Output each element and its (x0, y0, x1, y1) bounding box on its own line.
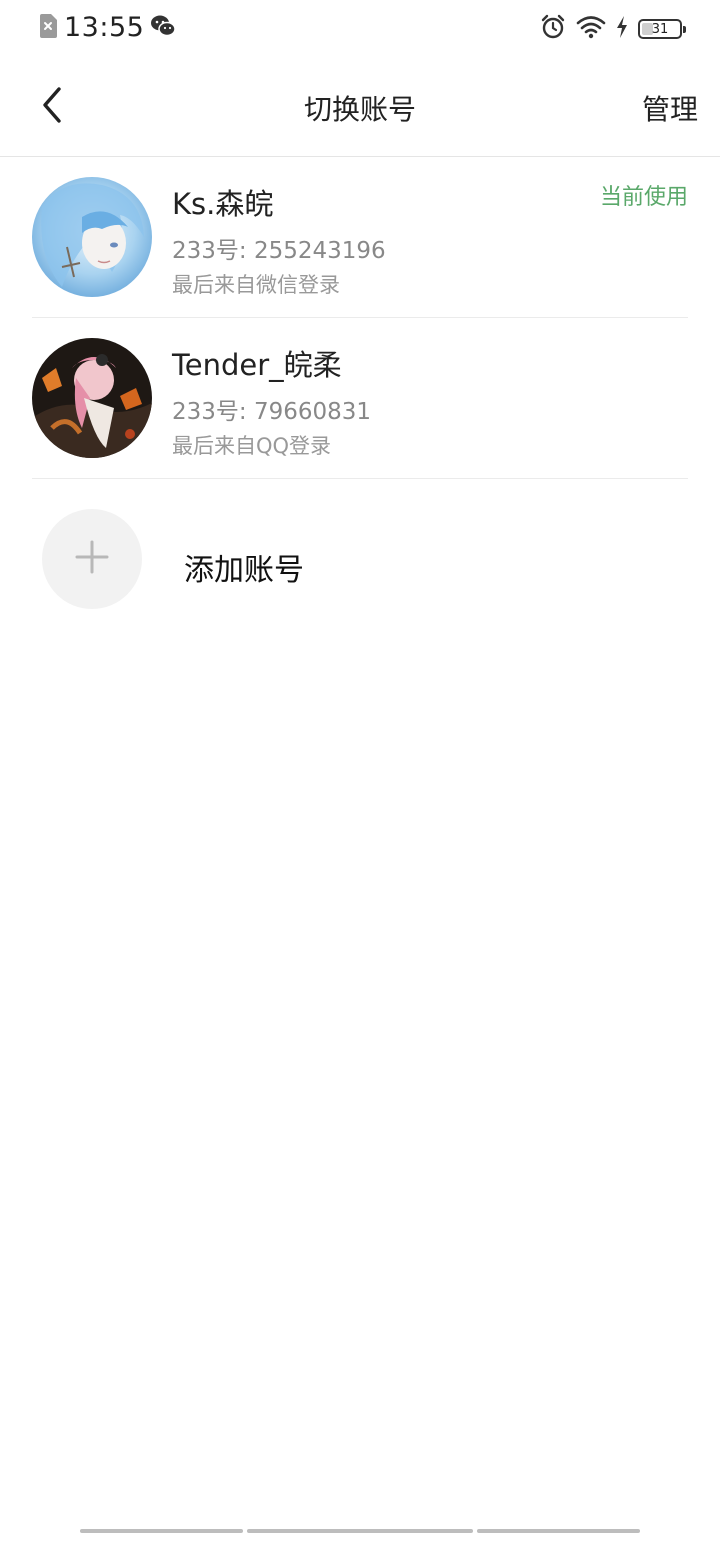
account-id: 233号: 255243196 (172, 238, 386, 264)
sim-off-icon (38, 13, 58, 43)
status-time: 13:55 (64, 12, 145, 43)
current-account-badge: 当前使用 (599, 185, 688, 210)
plus-icon (75, 540, 109, 578)
home-indicator-segment (247, 1529, 473, 1533)
alarm-icon (540, 14, 566, 44)
account-name: Ks.森皖 (172, 187, 274, 221)
wechat-icon (150, 14, 177, 42)
account-name: Tender_皖柔 (172, 348, 342, 382)
account-login-source: 最后来自微信登录 (172, 273, 340, 297)
home-indicator-segment (477, 1529, 640, 1533)
add-account-row[interactable]: 添加账号 (32, 479, 688, 639)
manage-button[interactable]: 管理 (642, 88, 698, 128)
account-login-source: 最后来自QQ登录 (172, 434, 332, 458)
battery-level: 31 (651, 21, 669, 37)
status-bar: 13:55 31 (0, 0, 720, 58)
status-right: 31 (540, 14, 686, 44)
avatar (32, 338, 152, 458)
account-row[interactable]: Tender_皖柔 233号: 79660831 最后来自QQ登录 (32, 318, 688, 479)
page-title: 切换账号 (303, 93, 416, 126)
status-left: 13:55 (38, 12, 177, 43)
avatar (32, 177, 152, 297)
account-row[interactable]: Ks.森皖 233号: 255243196 最后来自微信登录 当前使用 (32, 157, 688, 318)
account-id: 233号: 79660831 (172, 399, 372, 425)
wifi-icon (576, 15, 606, 43)
battery-icon: 31 (638, 19, 686, 39)
charging-icon (616, 16, 628, 42)
home-indicator-segment (80, 1529, 243, 1533)
add-account-label: 添加账号 (184, 553, 304, 588)
nav-bar: 切换账号 管理 (0, 58, 720, 157)
add-account-button[interactable] (42, 509, 142, 609)
home-indicator[interactable] (0, 1524, 720, 1544)
